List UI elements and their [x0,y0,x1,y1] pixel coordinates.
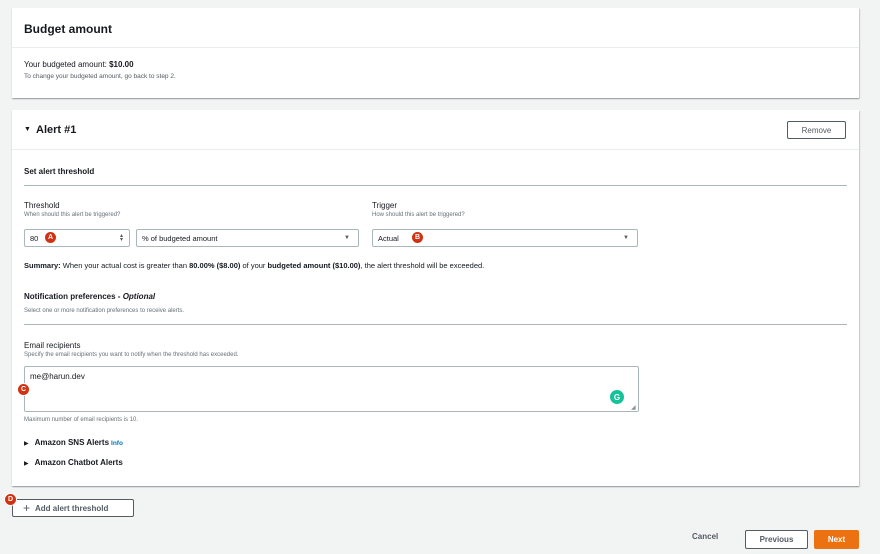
budgeted-amount-value: $10.00 [109,60,134,69]
alert-title: Alert #1 [36,124,77,136]
threshold-input-value: 80 [30,233,39,243]
threshold-description: When should this alert be triggered? [24,212,121,218]
annotation-badge-d: D [4,493,17,506]
threshold-label: Threshold [24,201,60,210]
threshold-unit-select[interactable]: % of budgeted amount ▼ [136,229,359,247]
annotation-badge-c: C [17,383,30,396]
email-recipients-label: Email recipients [24,341,81,350]
trigger-description: How should this alert be triggered? [372,212,465,218]
add-alert-threshold-label: Add alert threshold [35,503,109,513]
section-divider [24,324,847,325]
summary-percent: 80.00% ($8.00) [189,261,241,270]
email-recipients-value: me@harun.dev [30,372,85,381]
section-divider [24,185,847,186]
resize-handle-icon[interactable]: ◢ [631,404,636,411]
sns-alerts-expander[interactable]: ▶ Amazon SNS Alerts Info [24,438,123,447]
chatbot-alerts-label: Amazon Chatbot Alerts [34,458,123,467]
alert-header: ▼ Alert #1 Remove [12,110,859,150]
budget-panel-header: Budget amount [12,8,859,48]
chevron-down-icon: ▼ [623,235,629,241]
summary-budgeted: budgeted amount ($10.00) [267,261,361,270]
threshold-unit-value: % of budgeted amount [142,233,218,243]
summary-text-2: of your [240,261,268,270]
email-max-note: Maximum number of email recipients is 10… [24,417,139,423]
annotation-badge-a: A [44,231,57,244]
cancel-button[interactable]: Cancel [692,532,718,541]
chevron-down-icon: ▼ [344,235,350,241]
budget-change-note: To change your budgeted amount, go back … [24,73,176,80]
notification-title: Notification preferences - [24,292,123,301]
summary-text-3: , the alert threshold will be exceeded. [360,261,485,270]
trigger-label: Trigger [372,201,398,210]
summary-text-1: When your actual cost is greater than [60,261,190,270]
remove-button[interactable]: Remove [787,121,846,139]
budgeted-amount-line: Your budgeted amount: $10.00 [24,60,847,69]
email-recipients-textarea[interactable]: me@harun.dev [24,366,639,412]
set-alert-threshold-heading: Set alert threshold [24,167,95,176]
annotation-badge-b: B [411,231,424,244]
notification-description: Select one or more notification preferen… [24,308,185,314]
previous-button[interactable]: Previous [745,530,808,549]
notification-preferences-heading: Notification preferences - Optional [24,292,155,301]
grammarly-icon[interactable]: G [610,390,624,404]
sns-info-link[interactable]: Info [111,440,123,447]
summary-label: Summary: [24,261,61,270]
budgeted-amount-label: Your budgeted amount: [24,60,110,69]
caret-right-icon: ▶ [24,461,29,467]
budget-panel-title: Budget amount [24,22,112,36]
next-button[interactable]: Next [814,530,859,549]
collapse-caret-icon[interactable]: ▼ [24,126,31,133]
email-recipients-description: Specify the email recipients you want to… [24,352,239,358]
threshold-input[interactable]: 80 ▴ ▾ [24,229,130,247]
sns-alerts-label: Amazon SNS Alerts [34,438,110,447]
alert-panel: ▼ Alert #1 Remove Set alert threshold Th… [12,110,859,486]
trigger-value: Actual [378,233,399,243]
add-alert-threshold-button[interactable]: + Add alert threshold [12,499,134,517]
threshold-summary: Summary: When your actual cost is greate… [24,261,484,270]
caret-right-icon: ▶ [24,441,29,447]
plus-icon: + [23,501,31,515]
spinner-icon[interactable]: ▴ ▾ [120,233,123,243]
optional-label: Optional [122,292,156,301]
budget-amount-panel: Budget amount Your budgeted amount: $10.… [12,8,859,98]
chatbot-alerts-expander[interactable]: ▶ Amazon Chatbot Alerts [24,458,123,467]
